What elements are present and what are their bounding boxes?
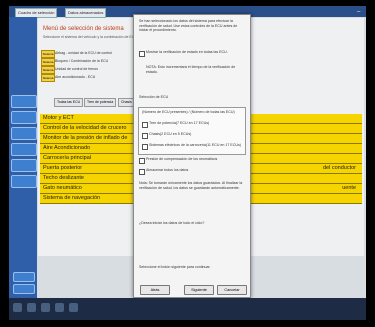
row-label: Control de la velocidad de crucero <box>43 125 127 131</box>
sidebar-bottom-button-1[interactable] <box>13 272 35 282</box>
option-powertrain-label: Tren de potencia(7 ECU en 17 ECUs) <box>149 121 210 125</box>
tab-stored-data[interactable]: Datos almacenados <box>65 8 107 18</box>
app-icon[interactable] <box>69 303 78 312</box>
system-tag-button[interactable]: Sistema <box>41 66 55 74</box>
row-right-label: uente <box>342 185 356 191</box>
sidebar-button-1[interactable] <box>11 95 37 108</box>
ecu-option-group: (Número de ECU presentes) / (Número de t… <box>138 107 246 155</box>
subtab-powertrain[interactable]: Tren de potencia <box>84 98 117 107</box>
row-label: Puerta posterior <box>43 165 83 171</box>
sidebar-button-5[interactable] <box>11 159 37 172</box>
row-label: Aire Acondicionado <box>43 145 91 151</box>
back-button[interactable]: Atrás <box>140 285 170 295</box>
app-icon[interactable] <box>55 303 64 312</box>
system-tag-button[interactable]: Sistema <box>41 50 55 58</box>
taskbar <box>9 298 366 320</box>
option-chassis-label: Chasis(2 ECU en 5 ECUs) <box>149 132 192 136</box>
dialog-intro: Se han seleccionado los datos del sistem… <box>139 19 238 33</box>
page-title: Menú de selección de sistema <box>43 26 124 32</box>
system-tag-button[interactable]: Sistema <box>41 58 55 66</box>
app-window: Cuadro de selección Datos almacenados – … <box>9 6 366 320</box>
checkbox-all-ecu[interactable] <box>139 51 145 57</box>
row-label: Techo deslizante <box>43 175 84 181</box>
checkbox-store-all-label: Almacenar todos los datos <box>146 168 189 172</box>
checkbox-store-all[interactable] <box>139 169 145 175</box>
subtab-all-ecu[interactable]: Todas las ECU <box>54 98 84 107</box>
dialog-question: ¿Desea iniciar los datos de todo el cicl… <box>139 221 205 225</box>
sidebar-button-4[interactable] <box>11 143 37 156</box>
dialog-body: Nota: Se tomarán únicamente los datos gu… <box>139 181 243 190</box>
row-label: Monitor de la presión de inflado de <box>43 135 128 141</box>
checkbox-body[interactable] <box>142 144 148 150</box>
ecu-selection-label: Selección de ECU <box>139 95 169 99</box>
option-header: (Número de ECU presentes) / (Número de t… <box>142 110 235 114</box>
page-description: Seleccione el sistema del vehículo y la … <box>43 35 137 39</box>
system-tag-button[interactable]: Sistema <box>41 74 55 82</box>
dialog-note: NOTA: Esto incrementará el tiempo de la … <box>146 65 236 74</box>
row-label: Gato neumático <box>43 185 82 191</box>
row-label: Carrocería principal <box>43 155 91 161</box>
checkbox-tire-pressure-label: Presión de compensación de los neumático… <box>146 157 218 161</box>
system-row-label: Bloqueo / Combinación de la ECU <box>55 59 109 63</box>
sidebar <box>9 17 37 307</box>
close-icon[interactable]: – <box>357 9 364 15</box>
system-row-label: Airbag - unidad de la ECU de control <box>55 51 113 55</box>
app-icon[interactable] <box>27 303 36 312</box>
checkbox-chassis[interactable] <box>142 133 148 139</box>
cancel-button[interactable]: Cancelar <box>217 285 247 295</box>
start-icon[interactable] <box>13 303 22 312</box>
health-check-dialog: Se han seleccionado los datos del sistem… <box>133 14 251 298</box>
next-button[interactable]: Siguiente <box>184 285 214 295</box>
checkbox-powertrain[interactable] <box>142 122 148 128</box>
row-label: Sistema de navegación <box>43 195 101 201</box>
dialog-footer: Seleccione el botón siguiente para conti… <box>139 265 211 269</box>
row-right-label: del conductor <box>322 165 356 171</box>
sidebar-bottom-button-2[interactable] <box>13 284 35 294</box>
sidebar-button-3[interactable] <box>11 127 37 140</box>
checkbox-all-ecu-label: Mostrar la verificación de estado en tod… <box>146 50 228 54</box>
sidebar-button-2[interactable] <box>11 111 37 124</box>
app-icon[interactable] <box>41 303 50 312</box>
sidebar-button-6[interactable] <box>11 175 37 188</box>
option-body-label: Sistemas eléctricos de la carrocería(11 … <box>149 143 242 147</box>
row-label: Motor y ECT <box>43 115 74 121</box>
system-row-label: Aire acondicionado - ECU <box>55 75 96 79</box>
system-row-label: Unidad de control de frenos <box>55 67 98 71</box>
checkbox-tire-pressure[interactable] <box>139 158 145 164</box>
